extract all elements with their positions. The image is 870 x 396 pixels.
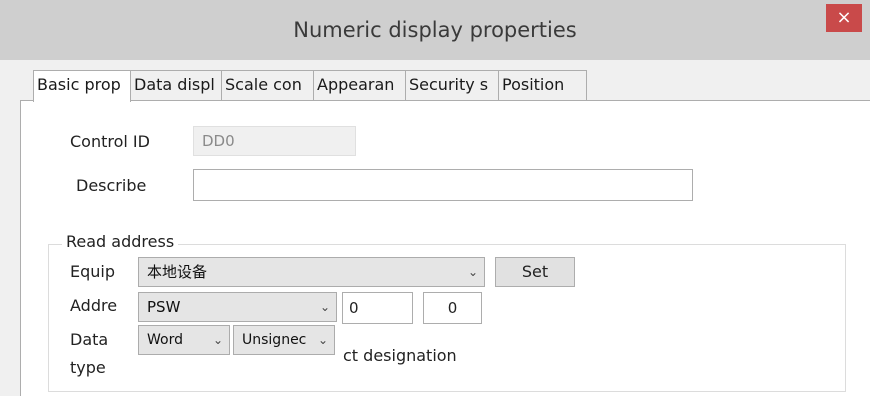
chevron-down-icon: ⌄: [317, 333, 328, 347]
control-id-field: DD0: [193, 126, 356, 156]
close-icon: ×: [836, 7, 852, 28]
address-type-select[interactable]: PSW ⌄: [138, 292, 337, 322]
equip-label: Equip: [70, 262, 116, 281]
address-input[interactable]: 0: [342, 292, 413, 324]
tab-appearance[interactable]: Appearan: [313, 70, 406, 100]
chevron-down-icon: ⌄: [212, 333, 223, 347]
title-bar[interactable]: Numeric display properties ×: [0, 0, 870, 60]
chevron-down-icon: ⌄: [467, 265, 478, 279]
data-type-label-line2: type: [70, 358, 106, 377]
equipment-select[interactable]: 本地设备 ⌄: [138, 257, 485, 287]
address-label: Addre: [70, 296, 118, 315]
address-type-value: PSW: [147, 298, 181, 316]
control-id-label: Control ID: [70, 132, 150, 151]
tab-scale-conversion[interactable]: Scale con: [221, 70, 314, 100]
tab-basic-properties[interactable]: Basic prop: [33, 70, 131, 102]
data-type-select[interactable]: Word ⌄: [138, 325, 230, 355]
data-type-label: Data: [70, 330, 109, 349]
sign-value: Unsignec: [242, 332, 307, 348]
equipment-value: 本地设备: [147, 263, 208, 281]
dialog-title: Numeric display properties: [293, 18, 577, 42]
sign-select[interactable]: Unsignec ⌄: [233, 325, 335, 355]
designation-text: ct designation: [343, 346, 457, 365]
properties-dialog: Numeric display properties × Basic prop …: [0, 0, 870, 396]
tab-data-display[interactable]: Data displ: [130, 70, 222, 100]
address-offset-input[interactable]: 0: [423, 292, 482, 324]
chevron-down-icon: ⌄: [319, 300, 330, 314]
describe-label: Describe: [76, 176, 147, 195]
tab-position[interactable]: Position: [498, 70, 587, 100]
close-button[interactable]: ×: [826, 4, 862, 32]
set-button[interactable]: Set: [495, 257, 575, 287]
tab-security-settings[interactable]: Security s: [405, 70, 499, 100]
read-address-title: Read address: [62, 232, 179, 251]
data-type-value: Word: [147, 332, 183, 348]
describe-input[interactable]: [193, 169, 693, 201]
